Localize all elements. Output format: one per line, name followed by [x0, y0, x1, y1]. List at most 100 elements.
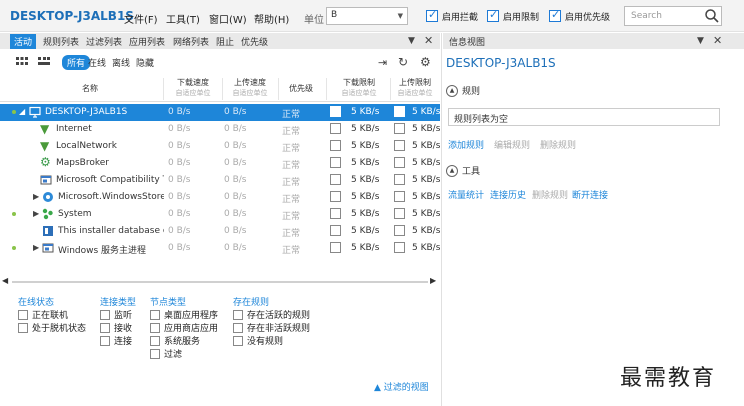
row-priority[interactable]: 正常 [282, 209, 300, 222]
up-limit-checkbox[interactable] [394, 140, 405, 151]
col-up[interactable]: 上传速度 自适应单位 [224, 78, 276, 98]
row-up-limit[interactable]: 5 KB/s [412, 124, 440, 134]
row-up-limit[interactable]: 5 KB/s [412, 226, 440, 236]
toggle-limit[interactable]: 启用限制 [487, 8, 539, 23]
table-row[interactable]: ⚙ MapsBroker 0 B/s 0 B/s 正常 5 KB/s 5 KB/… [0, 155, 440, 172]
row-down-limit[interactable]: 5 KB/s [351, 192, 379, 202]
table-row[interactable]: ◢ DESKTOP-J3ALB1S 0 B/s 0 B/s 正常 5 KB/s … [0, 104, 440, 121]
row-up-limit[interactable]: 5 KB/s [412, 209, 440, 219]
menu-window[interactable]: 窗口(W) [209, 11, 247, 26]
row-down-limit[interactable]: 5 KB/s [351, 141, 379, 151]
row-priority[interactable]: 正常 [282, 124, 300, 137]
row-up-limit[interactable]: 5 KB/s [412, 192, 440, 202]
menu-help[interactable]: 帮助(H) [254, 11, 289, 26]
tab-networks[interactable]: 网络列表 [173, 35, 209, 48]
up-limit-checkbox[interactable] [394, 191, 405, 202]
row-priority[interactable]: 正常 [282, 107, 300, 120]
col-down-limit[interactable]: 下载限制 自适应单位 [330, 78, 388, 98]
col-name[interactable]: 名称 [60, 84, 120, 94]
filter-desktop-app[interactable]: 桌面应用程序 [150, 308, 218, 321]
row-down-limit[interactable]: 5 KB/s [351, 175, 379, 185]
checkbox-icon[interactable] [426, 8, 438, 22]
row-priority[interactable]: 正常 [282, 141, 300, 154]
scroll-track[interactable] [12, 281, 428, 283]
tab-block[interactable]: 阻止 [216, 35, 234, 48]
traffic-stats-link[interactable]: 流量统计 [448, 188, 484, 201]
filter-offline-state[interactable]: 处于脱机状态 [18, 321, 86, 334]
checkbox-icon[interactable] [150, 309, 160, 320]
grid-view-icon[interactable] [16, 57, 28, 67]
checkbox-icon[interactable] [150, 322, 160, 333]
menu-tools[interactable]: 工具(T) [166, 11, 200, 26]
refresh-icon[interactable]: ↻ [398, 55, 408, 69]
edit-rule-link[interactable]: 编辑规则 [494, 138, 530, 151]
tools-section-header[interactable]: ▲ 工具 [446, 164, 480, 177]
filter-online-now[interactable]: 正在联机 [18, 308, 68, 321]
collapse-section-icon[interactable]: ▲ [446, 164, 458, 177]
col-down[interactable]: 下载速度 自适应单位 [165, 78, 221, 98]
col-up-limit[interactable]: 上传限制 自适应单位 [392, 78, 438, 98]
row-up-limit[interactable]: 5 KB/s [412, 243, 440, 253]
add-rule-link[interactable]: 添加规则 [448, 138, 484, 151]
expand-arrow-icon[interactable]: ▶ [33, 192, 39, 201]
filter-system-service[interactable]: 系统服务 [150, 334, 200, 347]
up-limit-checkbox[interactable] [394, 208, 405, 219]
collapse-icon[interactable]: ⇥ [378, 56, 387, 69]
col-priority[interactable]: 优先级 [280, 84, 322, 94]
filter-active-rules[interactable]: 存在活跃的规则 [233, 308, 310, 321]
search-icon[interactable] [704, 8, 720, 24]
row-priority[interactable]: 正常 [282, 243, 300, 256]
row-down-limit[interactable]: 5 KB/s [351, 226, 379, 236]
down-limit-checkbox[interactable] [330, 123, 341, 134]
up-limit-checkbox[interactable] [394, 123, 405, 134]
filter-filter[interactable]: 过滤 [150, 347, 182, 360]
filter-receive[interactable]: 接收 [100, 321, 132, 334]
scroll-right-icon[interactable]: ▶ [430, 276, 436, 285]
up-limit-checkbox[interactable] [394, 225, 405, 236]
scroll-left-icon[interactable]: ◀ [2, 276, 8, 285]
tab-apps[interactable]: 应用列表 [129, 35, 165, 48]
filter-no-rules[interactable]: 没有规则 [233, 334, 283, 347]
filter-hidden[interactable]: 隐藏 [136, 56, 154, 69]
up-limit-checkbox[interactable] [394, 174, 405, 185]
filter-inactive-rules[interactable]: 存在非活跃规则 [233, 321, 310, 334]
tab-rules[interactable]: 规则列表 [43, 35, 79, 48]
up-limit-checkbox[interactable] [394, 157, 405, 168]
checkbox-icon[interactable] [18, 322, 28, 333]
filter-listen[interactable]: 监听 [100, 308, 132, 321]
row-priority[interactable]: 正常 [282, 192, 300, 205]
row-up-limit[interactable]: 5 KB/s [412, 141, 440, 151]
down-limit-checkbox[interactable] [330, 140, 341, 151]
table-row[interactable]: ▶ Windows 服务主进程 0 B/s 0 B/s 正常 5 KB/s 5 … [0, 240, 440, 257]
filter-store-app[interactable]: 应用商店应用 [150, 321, 218, 334]
list-view-icon[interactable] [38, 57, 50, 67]
filter-all[interactable]: 所有 [62, 55, 91, 70]
filter-online[interactable]: 在线 [88, 56, 106, 69]
up-limit-checkbox[interactable] [394, 106, 405, 117]
row-down-limit[interactable]: 5 KB/s [351, 124, 379, 134]
row-down-limit[interactable]: 5 KB/s [351, 209, 379, 219]
gear-icon[interactable]: ⚙ [420, 55, 431, 69]
down-limit-checkbox[interactable] [330, 191, 341, 202]
toggle-priority[interactable]: 启用优先级 [549, 8, 610, 23]
checkbox-icon[interactable] [549, 8, 561, 22]
collapse-arrow-icon[interactable]: ◢ [19, 107, 25, 116]
toggle-block[interactable]: 启用拦截 [426, 8, 478, 23]
down-limit-checkbox[interactable] [330, 208, 341, 219]
row-priority[interactable]: 正常 [282, 158, 300, 171]
table-row[interactable]: ▶ Microsoft.WindowsStore_ 0 B/s 0 B/s 正常… [0, 189, 440, 206]
expand-arrow-icon[interactable]: ▶ [33, 209, 39, 218]
table-row[interactable]: This installer database co 0 B/s 0 B/s 正… [0, 223, 440, 240]
down-limit-checkbox[interactable] [330, 242, 341, 253]
filtered-view-toggle[interactable]: ▲ 过滤的视图 [374, 380, 429, 393]
delete-rule-link[interactable]: 删除规则 [540, 138, 576, 151]
table-row[interactable]: ▼ Internet 0 B/s 0 B/s 正常 5 KB/s 5 KB/s [0, 121, 440, 138]
checkbox-icon[interactable] [233, 335, 243, 346]
row-priority[interactable]: 正常 [282, 226, 300, 239]
connection-history-link[interactable]: 连接历史 [490, 188, 526, 201]
checkbox-icon[interactable] [233, 322, 243, 333]
row-down-limit[interactable]: 5 KB/s [351, 158, 379, 168]
close-icon[interactable]: ✕ [424, 34, 433, 47]
tab-filters[interactable]: 过滤列表 [86, 35, 122, 48]
checkbox-icon[interactable] [100, 335, 110, 346]
